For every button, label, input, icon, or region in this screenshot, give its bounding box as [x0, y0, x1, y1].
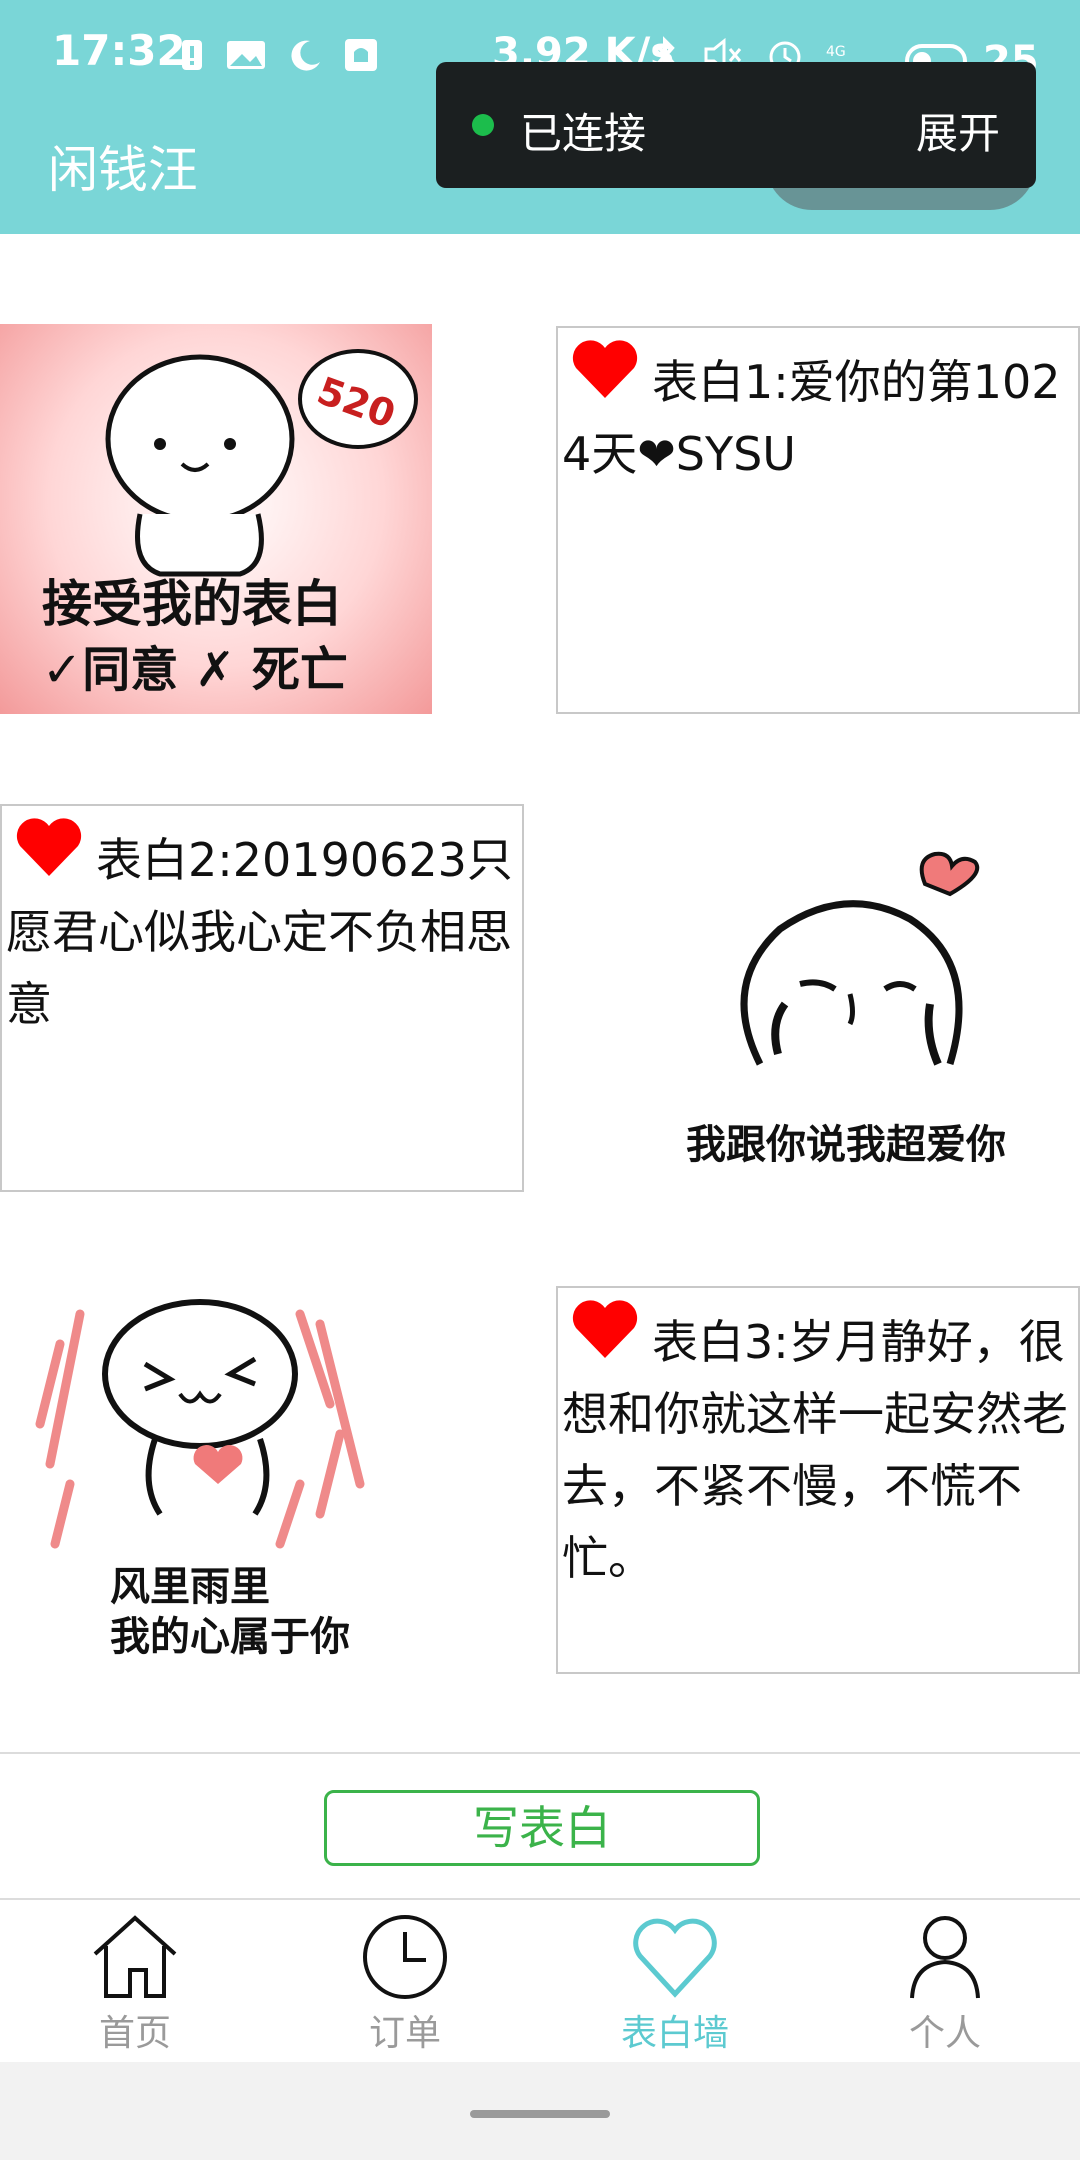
sticker-caption: 接受我的表白 — [42, 575, 342, 633]
connection-toast[interactable]: 已连接 展开 — [436, 62, 1036, 188]
sticker-caption: 我的心属于你 — [110, 1614, 350, 1660]
sticker-image-heart: 风里雨里 我的心属于你 — [0, 1284, 440, 1668]
app-title: 闲钱汪 — [48, 141, 198, 199]
sticker-caption: 我跟你说我超爱你 — [686, 1122, 1006, 1168]
home-icon — [93, 1915, 177, 1998]
clock-icon — [363, 1915, 447, 1999]
app-notification-icon — [345, 39, 377, 71]
confession-text: 表白1:爱你的第1024天❤SYSU — [562, 355, 1061, 481]
status-notification-icons — [180, 38, 378, 72]
bottom-tab-bar: 首页 订单 表白墙 个人 — [0, 1900, 1080, 2062]
tab-profile[interactable]: 个人 — [810, 1900, 1080, 2062]
image-icon — [227, 41, 265, 69]
tab-home[interactable]: 首页 — [0, 1900, 270, 2062]
person-icon — [910, 1916, 980, 1999]
confession-card[interactable]: 表白1:爱你的第1024天❤SYSU — [556, 326, 1080, 714]
sticker-caption: ✓同意 ✗ 死亡 — [42, 642, 348, 698]
tab-label: 订单 — [368, 2013, 441, 2054]
write-bar: 写表白 — [0, 1752, 1080, 1900]
tab-label: 表白墙 — [620, 2013, 729, 2054]
tab-label: 个人 — [908, 2013, 981, 2054]
sim-alert-icon — [182, 40, 202, 70]
confession-card[interactable]: 表白2:20190623只愿君心似我心定不负相思意 — [0, 804, 524, 1192]
sticker-image-accept: 520 接受我的表白 ✓同意 ✗ 死亡 — [0, 324, 432, 714]
tab-confession-wall[interactable]: 表白墙 — [540, 1900, 810, 2062]
confession-wall: 520 接受我的表白 ✓同意 ✗ 死亡 表白1:爱你的第1024天❤SYSU 表… — [0, 234, 1080, 1754]
confession-text: 表白3:岁月静好，很想和你就这样一起安然老去，不紧不慢，不慌不忙。 — [562, 1315, 1068, 1585]
sticker-image-love: 我跟你说我超爱你 — [650, 804, 1080, 1194]
tab-orders[interactable]: 订单 — [270, 1900, 540, 2062]
moon-icon — [291, 40, 320, 71]
status-time: 17:32 — [52, 26, 186, 75]
system-navigation-bar — [0, 2062, 1080, 2160]
home-gesture-handle[interactable] — [470, 2110, 610, 2118]
expand-button[interactable]: 展开 — [916, 100, 1000, 161]
tab-label: 首页 — [98, 2013, 171, 2054]
svg-text:4G: 4G — [826, 44, 846, 60]
write-confession-button[interactable]: 写表白 — [324, 1790, 760, 1866]
confession-text: 表白2:20190623只愿君心似我心定不负相思意 — [6, 833, 513, 1031]
connected-dot-icon — [472, 114, 494, 136]
heart-outline-icon — [633, 1918, 717, 1998]
connection-status: 已连接 — [520, 109, 647, 158]
confession-card[interactable]: 表白3:岁月静好，很想和你就这样一起安然老去，不紧不慢，不慌不忙。 — [556, 1286, 1080, 1674]
